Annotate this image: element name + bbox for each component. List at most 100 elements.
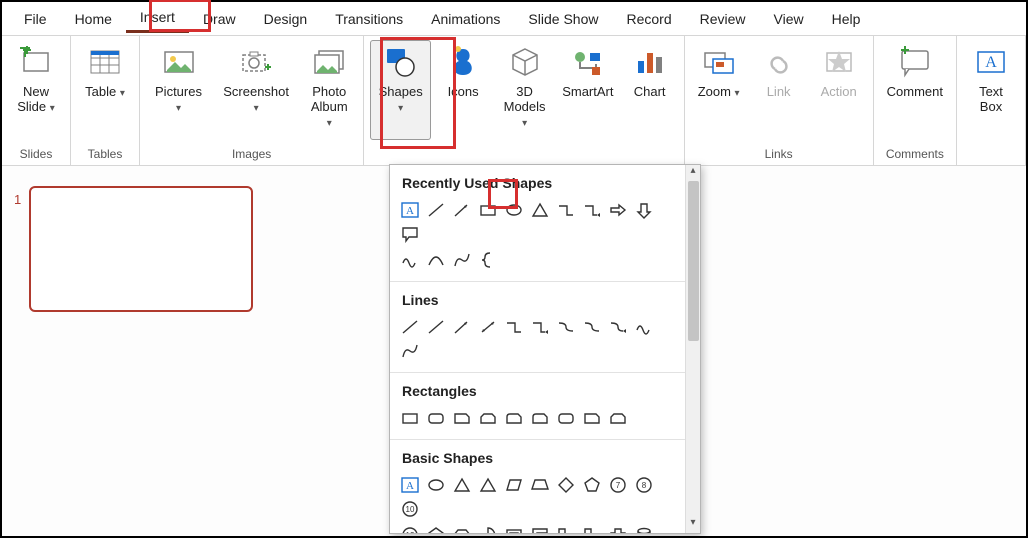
text-box-label: TextBox bbox=[979, 85, 1003, 115]
smartart-button[interactable]: SmartArt bbox=[558, 40, 618, 140]
table-icon bbox=[87, 45, 123, 81]
menu-item-animations[interactable]: Animations bbox=[417, 6, 514, 32]
shape-pie[interactable] bbox=[476, 524, 500, 533]
shape-num7[interactable]: 7 bbox=[606, 474, 630, 496]
table-button[interactable]: Table ▾ bbox=[77, 40, 133, 140]
shapes-button[interactable]: Shapes ▾ bbox=[370, 40, 431, 140]
shape-line[interactable] bbox=[398, 316, 422, 338]
shape-elbow[interactable] bbox=[502, 316, 526, 338]
shape-line[interactable] bbox=[424, 316, 448, 338]
photo-album-label: PhotoAlbum ▾ bbox=[308, 85, 350, 130]
shape-elbow[interactable] bbox=[554, 199, 578, 221]
shape-connectorArr[interactable] bbox=[606, 316, 630, 338]
icons-button[interactable]: Icons bbox=[435, 40, 491, 140]
shape-roundrect[interactable] bbox=[554, 407, 578, 429]
shape-lshape[interactable] bbox=[554, 524, 578, 533]
menu-item-help[interactable]: Help bbox=[818, 6, 875, 32]
shape-rect[interactable] bbox=[398, 407, 422, 429]
shape-roundrect[interactable] bbox=[424, 407, 448, 429]
shape-triangle[interactable] bbox=[528, 199, 552, 221]
menu-item-record[interactable]: Record bbox=[612, 6, 685, 32]
shape-elbowArr[interactable] bbox=[580, 199, 604, 221]
menu-item-review[interactable]: Review bbox=[686, 6, 760, 32]
shape-textbox[interactable]: A bbox=[398, 199, 422, 221]
shape-arrowR[interactable] bbox=[606, 199, 630, 221]
new-slide-button[interactable]: NewSlide ▾ bbox=[8, 40, 64, 140]
menu-item-design[interactable]: Design bbox=[250, 6, 322, 32]
comment-button[interactable]: Comment bbox=[880, 40, 950, 140]
shape-connector[interactable] bbox=[554, 316, 578, 338]
comment-label: Comment bbox=[887, 85, 943, 100]
shape-oval[interactable] bbox=[502, 199, 526, 221]
shape-brace[interactable] bbox=[476, 249, 500, 271]
shape-triangle[interactable] bbox=[450, 474, 474, 496]
new-slide-icon bbox=[18, 45, 54, 81]
shape-textbox[interactable]: A bbox=[398, 474, 422, 496]
shape-snipround[interactable] bbox=[502, 407, 526, 429]
chart-button[interactable]: Chart bbox=[622, 40, 678, 140]
menu-item-file[interactable]: File bbox=[10, 6, 61, 32]
menu-item-insert[interactable]: Insert bbox=[126, 4, 189, 33]
menu-item-draw[interactable]: Draw bbox=[189, 6, 250, 32]
chart-label: Chart bbox=[634, 85, 666, 100]
shape-freeform[interactable] bbox=[398, 340, 422, 362]
menu-item-view[interactable]: View bbox=[760, 6, 818, 32]
menu-item-slide-show[interactable]: Slide Show bbox=[514, 6, 612, 32]
shape-line[interactable] bbox=[424, 199, 448, 221]
shape-freeform[interactable] bbox=[450, 249, 474, 271]
shape-snipround[interactable] bbox=[528, 407, 552, 429]
shapes-section-title: Rectangles bbox=[390, 372, 685, 405]
shape-lineDbl[interactable] bbox=[476, 316, 500, 338]
shape-elbowArr[interactable] bbox=[528, 316, 552, 338]
shape-lineArrow[interactable] bbox=[450, 316, 474, 338]
shape-rect[interactable] bbox=[476, 199, 500, 221]
scroll-up-icon[interactable]: ▴ bbox=[686, 165, 700, 181]
photo-album-button[interactable]: PhotoAlbum ▾ bbox=[301, 40, 357, 140]
shape-scribble[interactable] bbox=[632, 316, 656, 338]
shape-lshape[interactable] bbox=[580, 524, 604, 533]
shape-num12[interactable]: 12 bbox=[398, 524, 422, 533]
shape-can[interactable] bbox=[632, 524, 656, 533]
shape-connector[interactable] bbox=[580, 316, 604, 338]
shape-num10[interactable]: 10 bbox=[398, 498, 422, 520]
shape-callout[interactable] bbox=[398, 223, 422, 245]
shape-diamond[interactable] bbox=[554, 474, 578, 496]
shape-lineArrow[interactable] bbox=[450, 199, 474, 221]
shape-num8[interactable]: 8 bbox=[632, 474, 656, 496]
shape-frame[interactable] bbox=[502, 524, 526, 533]
shape-trap[interactable] bbox=[528, 474, 552, 496]
svg-text:A: A bbox=[406, 480, 414, 492]
shape-snip2[interactable] bbox=[476, 407, 500, 429]
scroll-down-icon[interactable]: ▾ bbox=[686, 517, 700, 533]
zoom-label: Zoom ▾ bbox=[698, 85, 740, 100]
shape-curve[interactable] bbox=[424, 249, 448, 271]
zoom-button[interactable]: Zoom ▾ bbox=[691, 40, 747, 140]
shape-plus[interactable] bbox=[606, 524, 630, 533]
shape-arrowD[interactable] bbox=[632, 199, 656, 221]
3d-models-button[interactable]: 3DModels ▾ bbox=[495, 40, 554, 140]
shape-penta[interactable] bbox=[424, 524, 448, 533]
shape-oval[interactable] bbox=[424, 474, 448, 496]
table-label: Table ▾ bbox=[85, 85, 125, 100]
ribbon-insert: NewSlide ▾SlidesTable ▾TablesPictures ▾S… bbox=[2, 36, 1026, 166]
ribbon-group-links: Zoom ▾LinkActionLinks bbox=[685, 36, 874, 165]
shapes-dropdown: Recently Used ShapesALinesRectanglesBasi… bbox=[389, 164, 701, 534]
shape-snip2[interactable] bbox=[606, 407, 630, 429]
shape-scribble[interactable] bbox=[398, 249, 422, 271]
pictures-button[interactable]: Pictures ▾ bbox=[146, 40, 211, 140]
shape-para[interactable] bbox=[502, 474, 526, 496]
menu-item-transitions[interactable]: Transitions bbox=[321, 6, 417, 32]
slide-thumbnail[interactable] bbox=[29, 186, 253, 312]
shape-triangle[interactable] bbox=[476, 474, 500, 496]
menu-item-home[interactable]: Home bbox=[61, 6, 126, 32]
screenshot-button[interactable]: Screenshot ▾ bbox=[215, 40, 297, 140]
shape-snip1[interactable] bbox=[450, 407, 474, 429]
scrollbar[interactable]: ▴ ▾ bbox=[685, 165, 700, 533]
shape-snip1[interactable] bbox=[580, 407, 604, 429]
text-box-button[interactable]: ATextBox bbox=[963, 40, 1019, 140]
shape-hex[interactable] bbox=[450, 524, 474, 533]
shape-penta[interactable] bbox=[580, 474, 604, 496]
shape-halfframe[interactable] bbox=[528, 524, 552, 533]
menu-bar: File Home Insert Draw Design Transitions… bbox=[2, 2, 1026, 36]
scroll-thumb[interactable] bbox=[688, 181, 699, 341]
